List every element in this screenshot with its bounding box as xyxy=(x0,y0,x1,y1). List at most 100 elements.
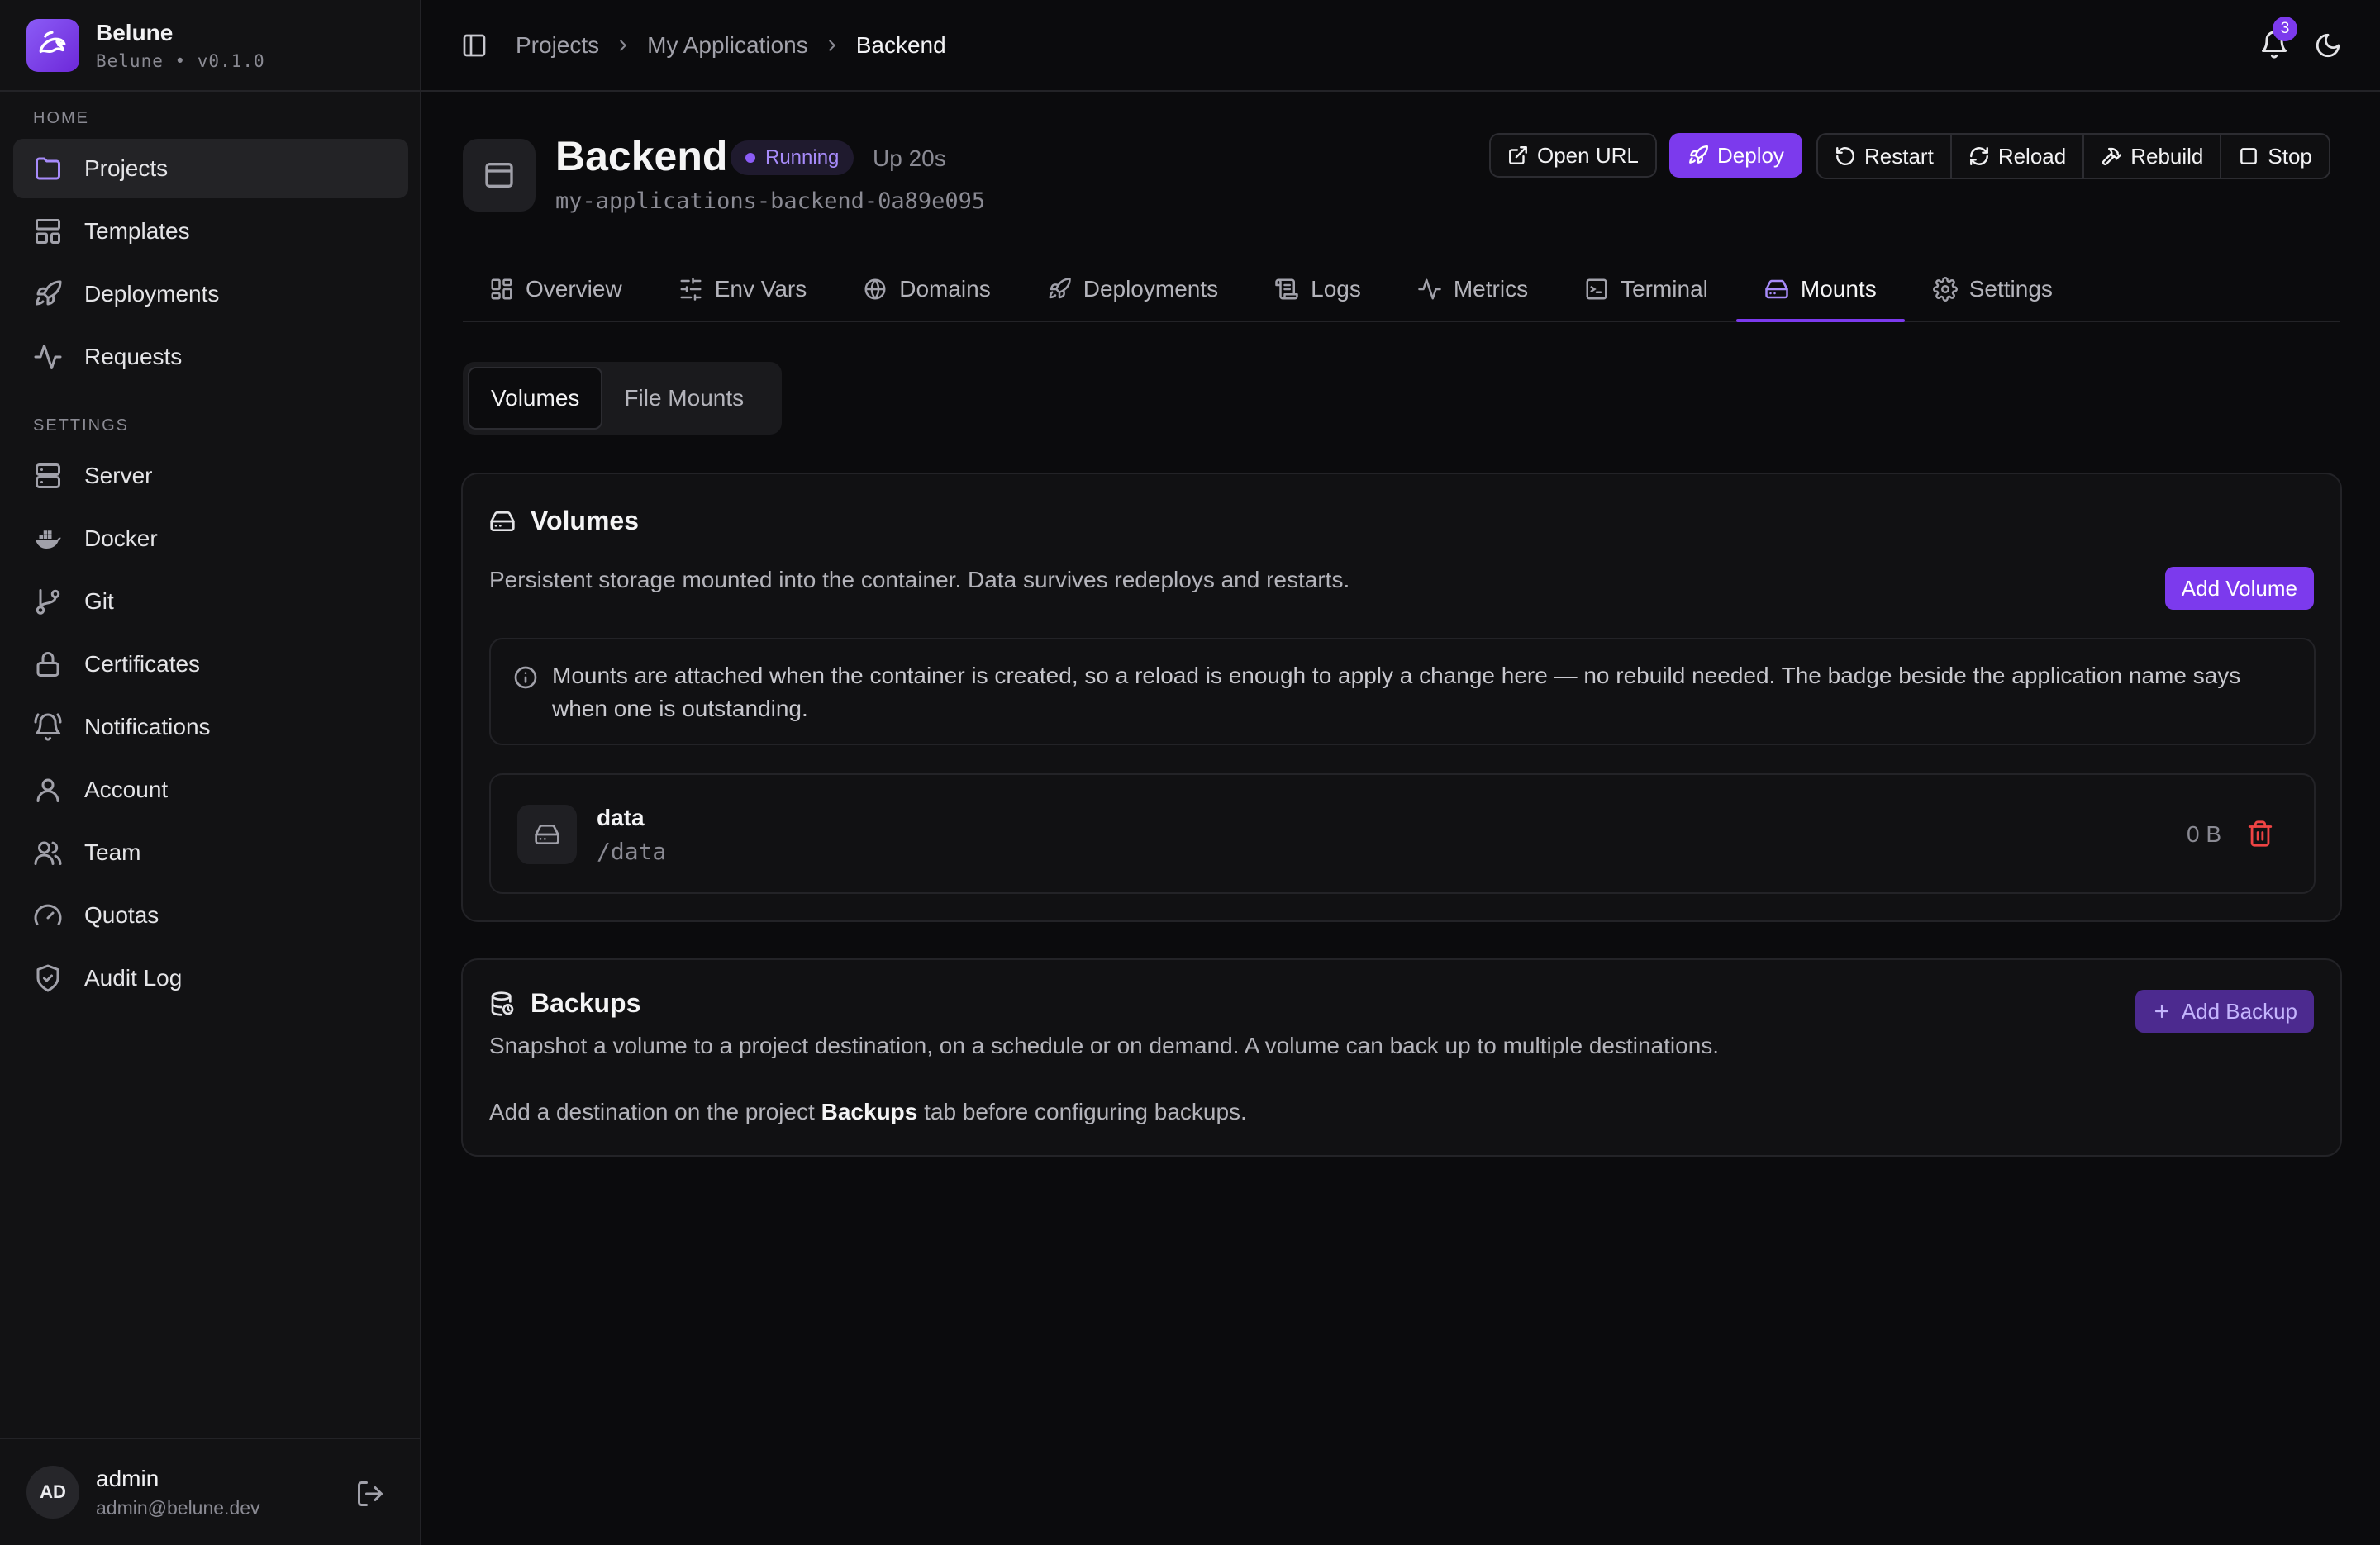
tab-label: Env Vars xyxy=(714,276,807,302)
rebuild-label: Rebuild xyxy=(2130,143,2204,169)
hard-drive-icon xyxy=(1765,279,1788,299)
tab-overview[interactable]: Overview xyxy=(463,258,650,321)
sidebar-item-label: Server xyxy=(84,463,153,488)
tab-label: Mounts xyxy=(1800,276,1877,302)
chevron-right-icon xyxy=(620,39,627,51)
bell-ring-icon xyxy=(34,713,62,741)
user-email: admin@belune.dev xyxy=(96,1496,260,1519)
restart-label: Restart xyxy=(1864,143,1934,169)
restart-button[interactable]: Restart xyxy=(1818,135,1952,178)
status-text: Running xyxy=(765,146,840,169)
sidebar-item-certificates[interactable]: Certificates xyxy=(13,635,408,694)
volumes-title-text: Volumes xyxy=(531,506,639,535)
rocket-icon xyxy=(1689,145,1709,164)
sidebar-item-label: Projects xyxy=(84,155,169,181)
trash-icon[interactable] xyxy=(2246,820,2274,848)
docker-icon xyxy=(36,530,61,549)
sidebar-item-label: Git xyxy=(84,588,114,614)
sidebar-item-account[interactable]: Account xyxy=(13,760,408,820)
tab-logs[interactable]: Logs xyxy=(1246,258,1389,321)
hard-drive-icon xyxy=(517,805,577,864)
subtab-volumes[interactable]: Volumes xyxy=(468,367,603,430)
sidebar-item-label: Team xyxy=(84,839,141,865)
sidebar-item-docker[interactable]: Docker xyxy=(13,509,408,568)
tab-settings[interactable]: Settings xyxy=(1905,258,2081,321)
add-volume-button[interactable]: Add Volume xyxy=(2164,567,2314,610)
moon-icon[interactable] xyxy=(2314,31,2342,59)
topbar: Projects My Applications Backend 3 xyxy=(421,0,2380,92)
tab-mounts[interactable]: Mounts xyxy=(1735,258,1905,322)
list-item[interactable]: data /data 0 B xyxy=(489,773,2316,894)
sidebar-item-label: Notifications xyxy=(84,714,211,739)
avatar: AD xyxy=(26,1466,79,1519)
terminal-icon xyxy=(1586,278,1607,300)
sidebar-item-server[interactable]: Server xyxy=(13,446,408,506)
tab-deployments[interactable]: Deployments xyxy=(1019,258,1246,321)
backups-hint-suffix: tab before configuring backups. xyxy=(917,1099,1247,1124)
sidebar-item-notifications[interactable]: Notifications xyxy=(13,697,408,757)
info-text: Mounts are attached when the container i… xyxy=(552,663,2241,721)
sidebar-toggle-icon[interactable] xyxy=(461,32,488,59)
breadcrumb: Projects My Applications Backend xyxy=(516,32,946,59)
breadcrumb-projects[interactable]: Projects xyxy=(516,32,599,59)
tab-terminal[interactable]: Terminal xyxy=(1556,258,1736,321)
info-callout: Mounts are attached when the container i… xyxy=(489,638,2316,745)
user-icon xyxy=(36,778,60,802)
logout-icon[interactable] xyxy=(355,1479,385,1509)
add-backup-button[interactable]: Add Backup xyxy=(2135,990,2314,1033)
sidebar-item-audit-log[interactable]: Audit Log xyxy=(13,948,408,1008)
server-icon xyxy=(36,464,60,488)
gear-icon xyxy=(1932,277,1958,302)
sidebar-item-git[interactable]: Git xyxy=(13,572,408,631)
sidebar-item-projects[interactable]: Projects xyxy=(13,139,408,198)
chevron-right-icon xyxy=(828,39,835,51)
sidebar-item-label: Audit Log xyxy=(84,965,183,991)
sidebar-item-team[interactable]: Team xyxy=(13,823,408,882)
volume-size: 0 B xyxy=(2186,821,2221,847)
uptime-text: Up 20s xyxy=(873,145,946,171)
sidebar-item-label: Quotas xyxy=(84,902,159,928)
open-url-label: Open URL xyxy=(1537,142,1639,168)
reload-button[interactable]: Reload xyxy=(1952,135,2085,178)
volumes-card: Volumes Persistent storage mounted into … xyxy=(461,473,2342,922)
scroll-icon xyxy=(1275,278,1298,300)
tab-domains[interactable]: Domains xyxy=(835,258,1018,321)
status-dot xyxy=(745,153,755,163)
brand-version: Belune • v0.1.0 xyxy=(96,50,265,71)
backups-hint-prefix: Add a destination on the project xyxy=(489,1099,821,1124)
status-badge: Running xyxy=(731,140,854,175)
tab-label: Terminal xyxy=(1621,276,1708,302)
lock-icon xyxy=(36,652,60,677)
rebuild-button[interactable]: Rebuild xyxy=(2084,135,2222,178)
tab-metrics[interactable]: Metrics xyxy=(1389,258,1556,321)
tab-label: Domains xyxy=(899,276,991,302)
sidebar-item-deployments[interactable]: Deployments xyxy=(13,264,408,324)
add-backup-label: Add Backup xyxy=(2181,998,2297,1024)
folder-icon xyxy=(36,157,60,180)
volume-name: data xyxy=(597,805,645,830)
lifecycle-button-group: Restart Reload Rebuild Stop xyxy=(1816,133,2330,179)
shield-check-icon xyxy=(36,964,60,992)
sidebar-item-label: Requests xyxy=(84,344,183,369)
reload-label: Reload xyxy=(1997,143,2067,169)
open-url-button[interactable]: Open URL xyxy=(1489,133,1657,178)
deploy-button[interactable]: Deploy xyxy=(1669,133,1802,178)
breadcrumb-my-applications[interactable]: My Applications xyxy=(647,32,808,59)
sidebar-item-templates[interactable]: Templates xyxy=(13,202,408,261)
tab-env-vars[interactable]: Env Vars xyxy=(650,258,835,321)
external-link-icon xyxy=(1509,146,1527,164)
backups-description: Snapshot a volume to a project destinati… xyxy=(489,1033,1720,1058)
users-icon xyxy=(34,841,62,865)
gauge-icon xyxy=(34,904,62,925)
backups-card-title: Backups xyxy=(489,988,640,1019)
sidebar-item-requests[interactable]: Requests xyxy=(13,327,408,387)
user-profile[interactable]: AD admin admin@belune.dev xyxy=(0,1438,420,1545)
brand[interactable]: Belune Belune • v0.1.0 xyxy=(0,0,420,92)
stop-button[interactable]: Stop xyxy=(2221,135,2329,178)
rocket-icon xyxy=(36,280,62,306)
sidebar-item-quotas[interactable]: Quotas xyxy=(13,886,408,945)
tab-label: Deployments xyxy=(1083,276,1219,302)
rotate-ccw-icon xyxy=(1836,147,1854,165)
rocket-icon xyxy=(1049,278,1071,299)
subtab-file-mounts[interactable]: File Mounts xyxy=(602,367,765,430)
